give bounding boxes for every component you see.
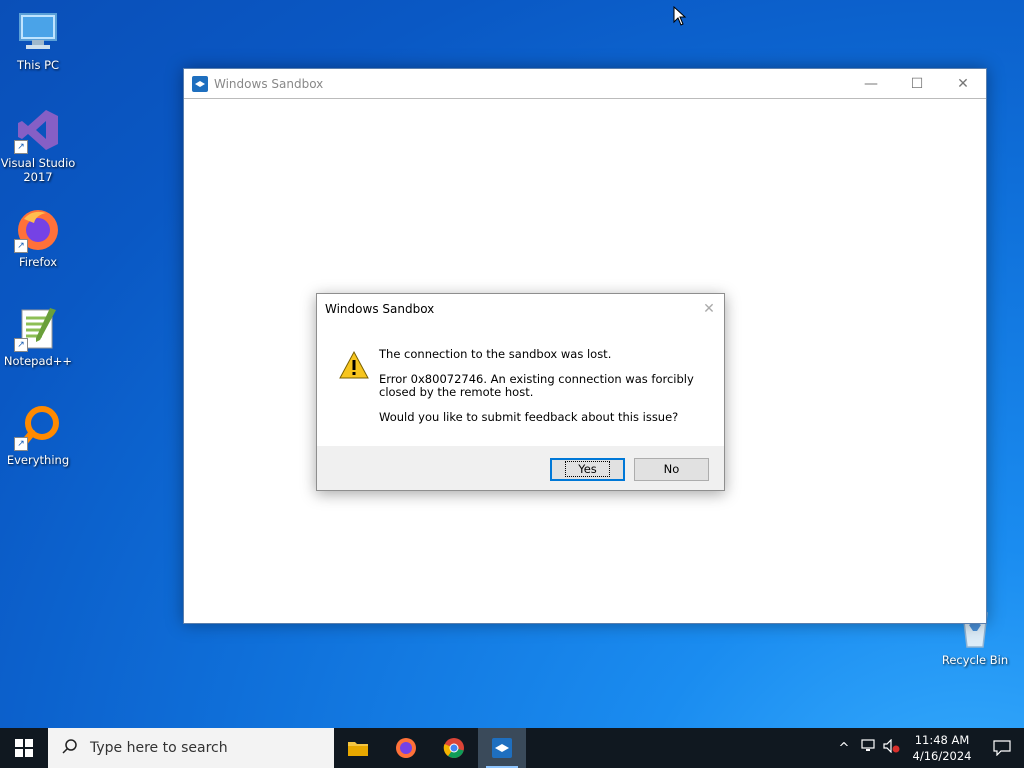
desktop-icon-label: Notepad++	[3, 354, 73, 368]
chevron-up-icon[interactable]: ^	[832, 741, 856, 756]
message-line-3: Would you like to submit feedback about …	[379, 410, 679, 424]
taskbar-file-explorer[interactable]	[334, 728, 382, 768]
volume-muted-icon[interactable]	[880, 738, 904, 757]
notepadpp-icon: ↗	[14, 304, 62, 352]
taskbar-search-box[interactable]: Type here to search	[48, 728, 334, 768]
this-pc-icon	[14, 8, 62, 56]
network-icon[interactable]	[856, 739, 880, 757]
desktop-icon-notepadpp[interactable]: ↗ Notepad++	[0, 304, 76, 368]
dialog-message: The connection to the sandbox was lost. …	[379, 348, 709, 436]
minimize-button[interactable]: —	[848, 69, 894, 98]
shortcut-arrow-icon: ↗	[14, 140, 28, 154]
taskbar-clock[interactable]: 11:48 AM 4/16/2024	[904, 732, 980, 764]
taskbar: Type here to search ^ 11:48 AM 4/16/2024	[0, 728, 1024, 768]
taskbar-windows-sandbox[interactable]	[478, 728, 526, 768]
yes-button[interactable]: Yes	[550, 458, 625, 481]
desktop-icon-firefox[interactable]: ↗ Firefox	[0, 205, 76, 269]
desktop-icon-label: Visual Studio 2017	[0, 156, 76, 184]
search-icon	[62, 738, 78, 758]
mouse-cursor-icon	[673, 5, 687, 29]
desktop-icon-visual-studio[interactable]: ↗ Visual Studio 2017	[0, 106, 76, 184]
action-center-button[interactable]	[980, 740, 1024, 756]
firefox-icon: ↗	[14, 205, 62, 253]
message-line-2: Error 0x80072746. An existing connection…	[379, 372, 694, 399]
window-title: Windows Sandbox	[214, 76, 324, 91]
message-line-1: The connection to the sandbox was lost.	[379, 347, 612, 361]
warning-icon	[338, 350, 370, 380]
start-button[interactable]	[0, 728, 48, 768]
file-explorer-icon	[348, 742, 368, 756]
close-button[interactable]: ✕	[940, 69, 986, 98]
windows-sandbox-icon	[192, 75, 208, 92]
window-titlebar[interactable]: Windows Sandbox — ☐ ✕	[184, 69, 986, 99]
dialog-footer: Yes No	[317, 446, 724, 490]
desktop-icon-label: Recycle Bin	[941, 653, 1009, 667]
error-dialog: Windows Sandbox ✕ The connection to the …	[316, 293, 725, 491]
windows-logo-icon	[15, 739, 33, 757]
desktop-icon-everything[interactable]: ↗ Everything	[0, 403, 76, 467]
desktop-icon-label: Everything	[6, 453, 70, 467]
system-tray: ^ 11:48 AM 4/16/2024	[832, 728, 1024, 768]
notification-icon	[993, 740, 1011, 756]
shortcut-arrow-icon: ↗	[14, 338, 28, 352]
taskbar-firefox[interactable]	[382, 728, 430, 768]
shortcut-arrow-icon: ↗	[14, 437, 28, 451]
desktop-icon-label: This PC	[16, 58, 60, 72]
visual-studio-icon: ↗	[14, 106, 62, 154]
maximize-button[interactable]: ☐	[894, 69, 940, 98]
everything-icon: ↗	[14, 403, 62, 451]
taskbar-chrome[interactable]	[430, 728, 478, 768]
dialog-body: The connection to the sandbox was lost. …	[317, 324, 724, 446]
no-button[interactable]: No	[634, 458, 709, 481]
clock-date: 4/16/2024	[912, 749, 972, 763]
shortcut-arrow-icon: ↗	[14, 239, 28, 253]
desktop-icon-label: Firefox	[18, 255, 58, 269]
search-placeholder: Type here to search	[90, 740, 228, 756]
dialog-close-button[interactable]: ✕	[694, 301, 724, 317]
yes-button-label: Yes	[565, 461, 610, 477]
dialog-titlebar[interactable]: Windows Sandbox ✕	[317, 294, 724, 324]
dialog-title: Windows Sandbox	[325, 302, 435, 316]
chrome-icon	[443, 738, 464, 759]
firefox-icon	[396, 738, 416, 758]
windows-sandbox-icon	[492, 738, 512, 758]
desktop-icon-this-pc[interactable]: This PC	[0, 8, 76, 72]
clock-time: 11:48 AM	[914, 733, 970, 747]
